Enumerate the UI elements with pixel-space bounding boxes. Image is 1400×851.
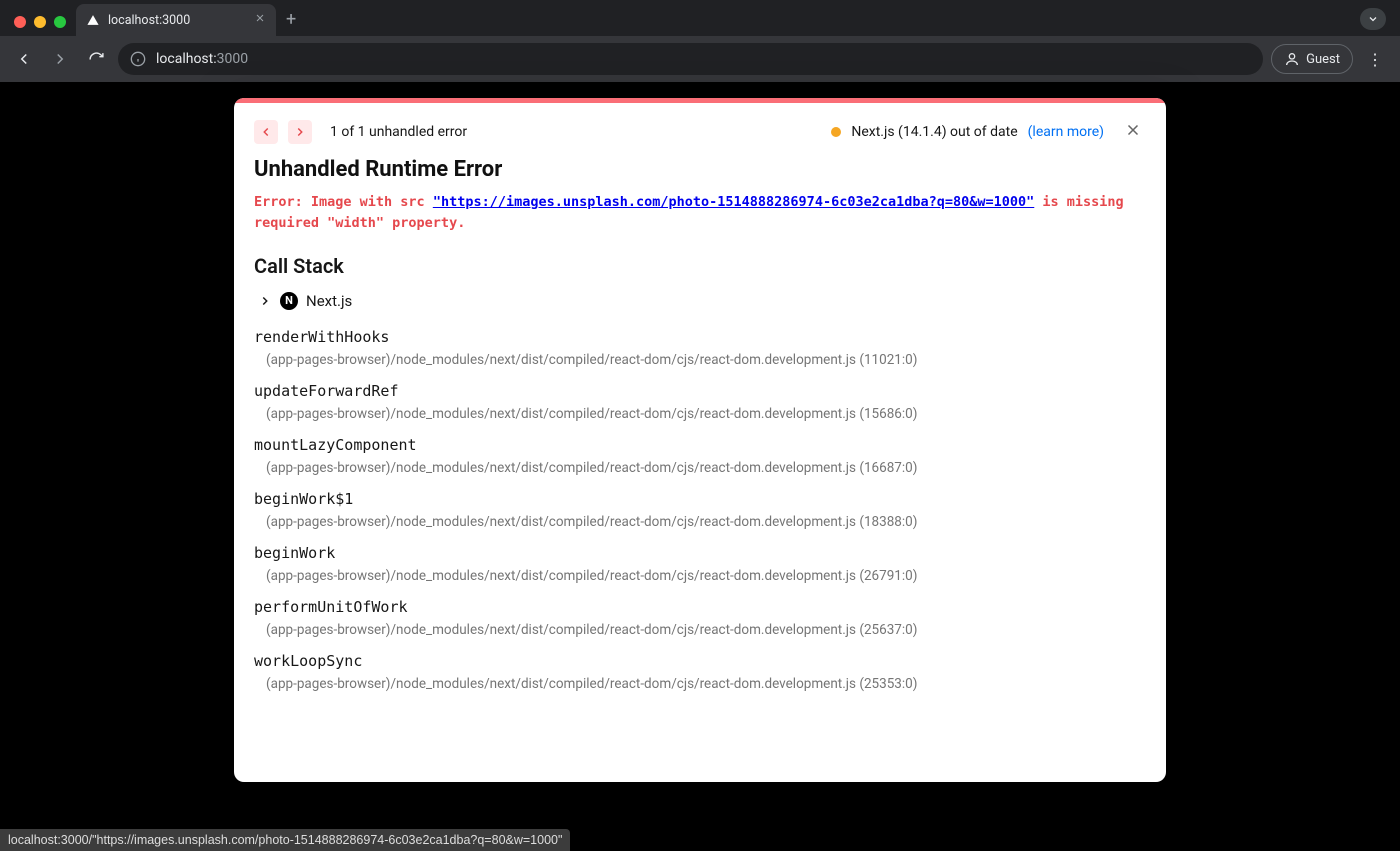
window-controls	[8, 16, 76, 36]
frame-location: (app-pages-browser)/node_modules/next/di…	[254, 460, 1146, 476]
stack-frame: beginWork$1 (app-pages-browser)/node_modu…	[254, 490, 1146, 530]
error-message: Error: Image with src "https://images.un…	[254, 192, 1146, 234]
error-pagination: 1 of 1 unhandled error	[330, 124, 467, 140]
url-text: localhost:3000	[156, 51, 248, 67]
arrow-right-icon	[293, 125, 307, 139]
tab-close-icon[interactable]	[254, 12, 266, 28]
overlay-header: 1 of 1 unhandled error Next.js (14.1.4) …	[234, 103, 1166, 153]
site-info-icon[interactable]	[130, 51, 146, 67]
back-button[interactable]	[10, 45, 38, 73]
overlay-body: Unhandled Runtime Error Error: Image wit…	[234, 153, 1166, 782]
stack-frames: renderWithHooks (app-pages-browser)/node_…	[254, 328, 1146, 692]
frame-location: (app-pages-browser)/node_modules/next/di…	[254, 352, 1146, 368]
frame-function: beginWork	[254, 544, 1146, 562]
stack-frame: updateForwardRef (app-pages-browser)/node…	[254, 382, 1146, 422]
window-minimize-icon[interactable]	[34, 16, 46, 28]
status-dot-icon	[831, 127, 841, 137]
stack-frame: renderWithHooks (app-pages-browser)/node_…	[254, 328, 1146, 368]
stack-frame: beginWork (app-pages-browser)/node_module…	[254, 544, 1146, 584]
browser-status-bar: localhost:3000/"https://images.unsplash.…	[0, 829, 570, 851]
reload-button[interactable]	[82, 45, 110, 73]
browser-toolbar: localhost:3000 Guest ⋮	[0, 36, 1400, 82]
next-error-button[interactable]	[288, 120, 312, 144]
chevron-right-icon	[258, 294, 272, 308]
frame-location: (app-pages-browser)/node_modules/next/di…	[254, 676, 1146, 692]
tab-bar: localhost:3000 +	[0, 0, 1400, 36]
framework-toggle[interactable]: N Next.js	[258, 292, 1142, 310]
prev-error-button[interactable]	[254, 120, 278, 144]
window-close-icon[interactable]	[14, 16, 26, 28]
frame-function: updateForwardRef	[254, 382, 1146, 400]
forward-button[interactable]	[46, 45, 74, 73]
error-overlay: 1 of 1 unhandled error Next.js (14.1.4) …	[234, 98, 1166, 782]
stack-frame: mountLazyComponent (app-pages-browser)/no…	[254, 436, 1146, 476]
frame-location: (app-pages-browser)/node_modules/next/di…	[254, 514, 1146, 530]
framework-label: Next.js	[306, 292, 352, 310]
browser-menu-button[interactable]: ⋮	[1361, 50, 1390, 69]
arrow-left-icon	[259, 125, 273, 139]
frame-function: performUnitOfWork	[254, 598, 1146, 616]
overlay-close-button[interactable]	[1120, 119, 1146, 145]
window-maximize-icon[interactable]	[54, 16, 66, 28]
frame-function: mountLazyComponent	[254, 436, 1146, 454]
nextjs-logo-icon: N	[280, 292, 298, 310]
frame-location: (app-pages-browser)/node_modules/next/di…	[254, 568, 1146, 584]
page-viewport: 1 of 1 unhandled error Next.js (14.1.4) …	[0, 82, 1400, 851]
version-status: Next.js (14.1.4) out of date	[851, 124, 1017, 140]
new-tab-button[interactable]: +	[276, 9, 306, 36]
error-src-link[interactable]: "https://images.unsplash.com/photo-15148…	[433, 194, 1034, 210]
frame-location: (app-pages-browser)/node_modules/next/di…	[254, 622, 1146, 638]
stack-frame: workLoopSync (app-pages-browser)/node_mod…	[254, 652, 1146, 692]
close-icon	[1124, 121, 1142, 139]
frame-location: (app-pages-browser)/node_modules/next/di…	[254, 406, 1146, 422]
frame-function: renderWithHooks	[254, 328, 1146, 346]
browser-chrome: localhost:3000 + localhost:3000 Gues	[0, 0, 1400, 82]
frame-function: workLoopSync	[254, 652, 1146, 670]
profile-button[interactable]: Guest	[1271, 44, 1353, 74]
frame-function: beginWork$1	[254, 490, 1146, 508]
profile-label: Guest	[1306, 52, 1340, 67]
address-bar[interactable]: localhost:3000	[118, 43, 1263, 75]
tab-title: localhost:3000	[108, 13, 190, 28]
tab-overflow-button[interactable]	[1360, 8, 1386, 30]
learn-more-link[interactable]: (learn more)	[1028, 124, 1104, 140]
error-title: Unhandled Runtime Error	[254, 157, 1146, 182]
browser-tab[interactable]: localhost:3000	[76, 4, 276, 36]
user-icon	[1284, 51, 1300, 67]
call-stack-title: Call Stack	[254, 254, 1146, 278]
stack-frame: performUnitOfWork (app-pages-browser)/nod…	[254, 598, 1146, 638]
favicon-icon	[86, 13, 100, 27]
